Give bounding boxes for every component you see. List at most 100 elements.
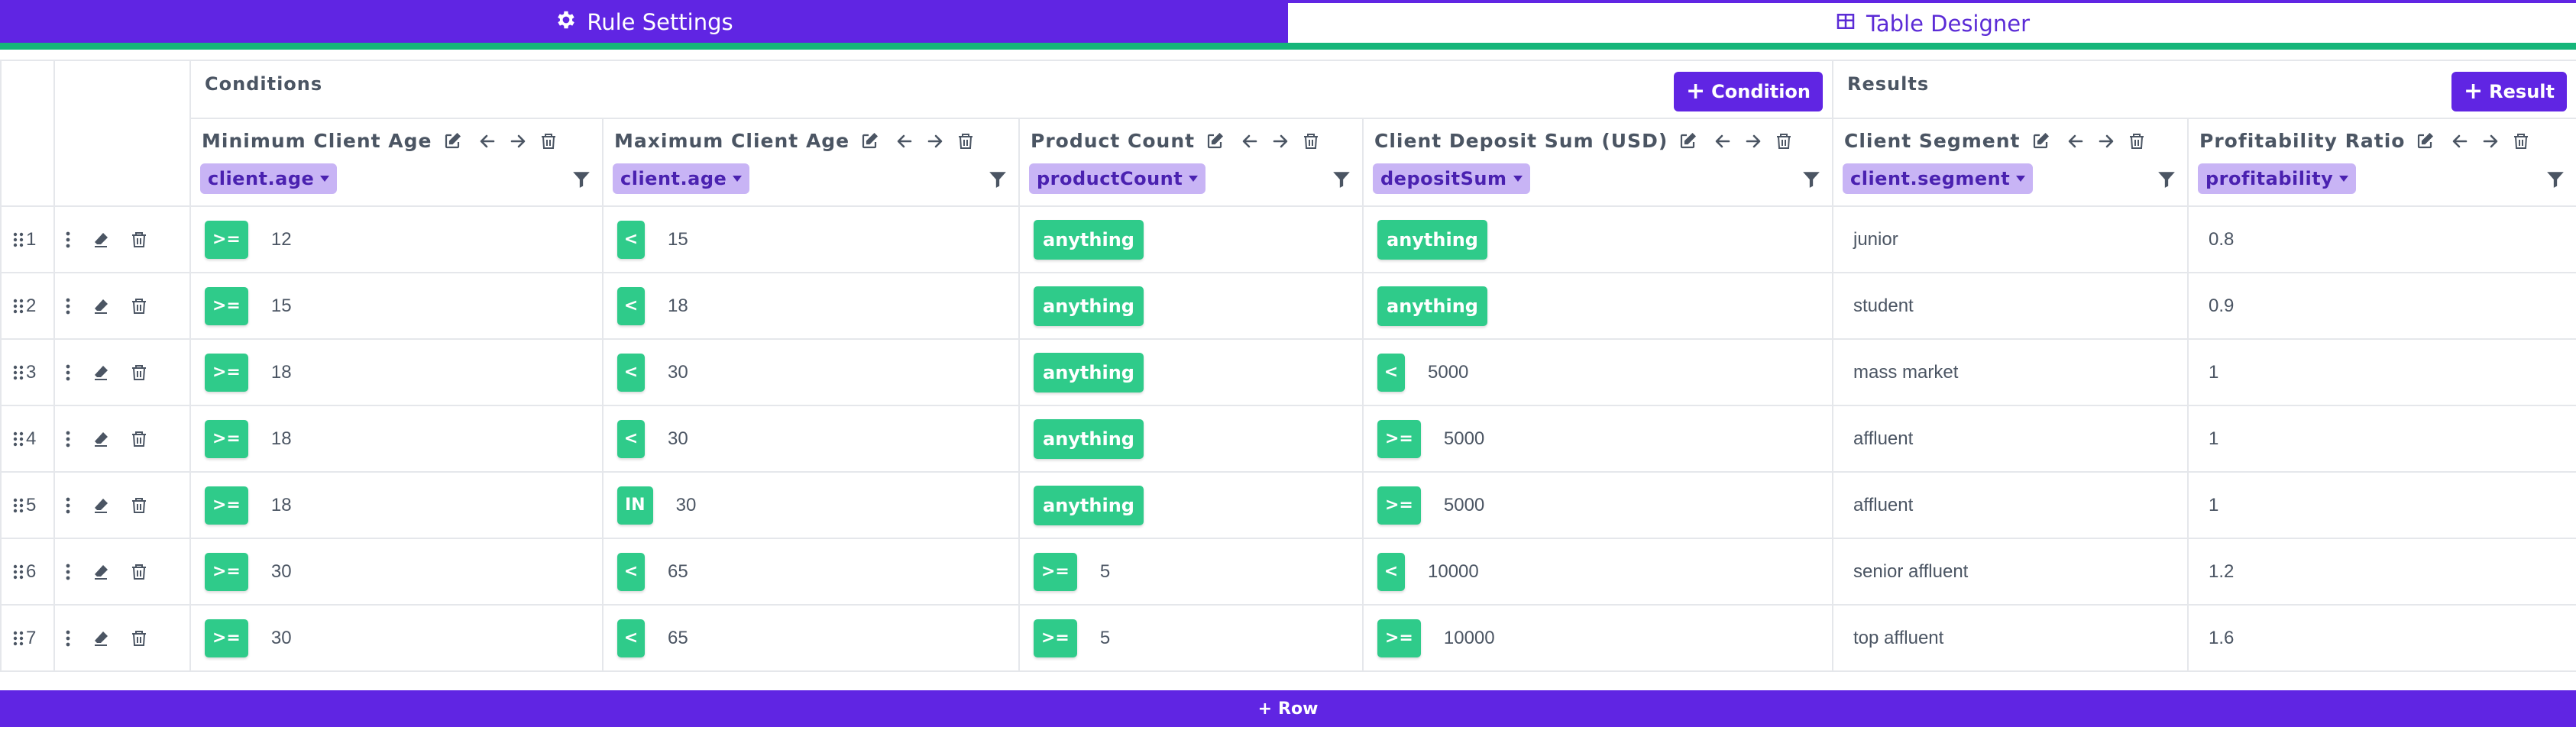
operator-badge[interactable]: < xyxy=(617,419,645,458)
eraser-icon[interactable] xyxy=(92,629,110,648)
operator-badge[interactable]: < xyxy=(617,619,645,657)
more-options-icon[interactable] xyxy=(64,297,72,315)
condition-cell[interactable]: < 30 xyxy=(602,338,1020,406)
operator-badge[interactable]: >= xyxy=(1377,419,1421,458)
eraser-icon[interactable] xyxy=(92,563,110,581)
operator-badge[interactable]: >= xyxy=(205,552,248,591)
result-cell[interactable]: 0.9 xyxy=(2187,272,2576,340)
result-cell[interactable]: junior xyxy=(1832,205,2189,273)
arrow-left-icon[interactable] xyxy=(478,132,497,150)
eraser-icon[interactable] xyxy=(92,297,110,315)
trash-icon[interactable] xyxy=(2128,132,2146,150)
trash-icon[interactable] xyxy=(956,132,975,150)
trash-icon[interactable] xyxy=(1775,132,1793,150)
field-dropdown[interactable]: depositSum xyxy=(1373,163,1530,194)
trash-icon[interactable] xyxy=(2512,132,2530,150)
eraser-icon[interactable] xyxy=(92,496,110,515)
operator-badge[interactable]: anything xyxy=(1034,485,1144,525)
arrow-left-icon[interactable] xyxy=(1714,132,1732,150)
trash-icon[interactable] xyxy=(130,231,148,249)
trash-icon[interactable] xyxy=(539,132,558,150)
arrow-right-icon[interactable] xyxy=(509,132,527,150)
result-cell[interactable]: 1 xyxy=(2187,338,2576,406)
trash-icon[interactable] xyxy=(1302,132,1320,150)
result-cell[interactable]: affluent xyxy=(1832,471,2189,539)
operator-badge[interactable]: < xyxy=(617,286,645,325)
tab-rule-settings[interactable]: Rule Settings xyxy=(0,0,1288,44)
condition-cell[interactable]: >= 30 xyxy=(189,538,604,606)
condition-cell[interactable]: anything xyxy=(1018,205,1364,273)
result-cell[interactable]: top affluent xyxy=(1832,604,2189,672)
trash-icon[interactable] xyxy=(130,363,148,382)
field-dropdown[interactable]: client.age xyxy=(200,163,338,194)
operator-badge[interactable]: anything xyxy=(1034,286,1144,326)
edit-icon[interactable] xyxy=(443,132,461,150)
trash-icon[interactable] xyxy=(130,297,148,315)
condition-cell[interactable]: < 65 xyxy=(602,538,1020,606)
condition-cell[interactable]: >= 5 xyxy=(1018,604,1364,672)
edit-icon[interactable] xyxy=(1205,132,1224,150)
result-cell[interactable]: student xyxy=(1832,272,2189,340)
trash-icon[interactable] xyxy=(130,496,148,515)
arrow-right-icon[interactable] xyxy=(2481,132,2500,150)
field-dropdown[interactable]: client.age xyxy=(613,163,750,194)
condition-cell[interactable]: >= 18 xyxy=(189,405,604,473)
filter-icon[interactable] xyxy=(571,170,591,189)
eraser-icon[interactable] xyxy=(92,430,110,448)
drag-handle-icon[interactable] xyxy=(12,364,24,381)
operator-badge[interactable]: < xyxy=(617,220,645,259)
condition-cell[interactable]: >= 30 xyxy=(189,604,604,672)
trash-icon[interactable] xyxy=(130,563,148,581)
operator-badge[interactable]: anything xyxy=(1034,219,1144,260)
operator-badge[interactable]: >= xyxy=(205,419,248,458)
arrow-left-icon[interactable] xyxy=(895,132,914,150)
operator-badge[interactable]: < xyxy=(1377,552,1405,591)
tab-table-designer[interactable]: Table Designer xyxy=(1288,0,2576,44)
add-row-button[interactable]: + Row xyxy=(0,690,2576,727)
field-dropdown[interactable]: profitability xyxy=(2198,163,2357,194)
drag-handle-icon[interactable] xyxy=(12,564,24,580)
condition-cell[interactable]: < 65 xyxy=(602,604,1020,672)
operator-badge[interactable]: >= xyxy=(205,220,248,259)
drag-handle-icon[interactable] xyxy=(12,298,24,315)
operator-badge[interactable]: >= xyxy=(1034,552,1077,591)
drag-handle-icon[interactable] xyxy=(12,431,24,447)
operator-badge[interactable]: >= xyxy=(205,286,248,325)
more-options-icon[interactable] xyxy=(64,563,72,581)
edit-icon[interactable] xyxy=(1678,132,1697,150)
condition-cell[interactable]: >= 5000 xyxy=(1362,405,1833,473)
condition-cell[interactable]: anything xyxy=(1362,205,1833,273)
operator-badge[interactable]: < xyxy=(617,353,645,392)
more-options-icon[interactable] xyxy=(64,496,72,515)
operator-badge[interactable]: < xyxy=(1377,353,1405,392)
result-cell[interactable]: 1.2 xyxy=(2187,538,2576,606)
operator-badge[interactable]: >= xyxy=(205,486,248,525)
operator-badge[interactable]: >= xyxy=(205,619,248,657)
result-cell[interactable]: 1 xyxy=(2187,405,2576,473)
filter-icon[interactable] xyxy=(2545,170,2565,189)
condition-cell[interactable]: >= 10000 xyxy=(1362,604,1833,672)
more-options-icon[interactable] xyxy=(64,430,72,448)
operator-badge[interactable]: >= xyxy=(205,353,248,392)
operator-badge[interactable]: anything xyxy=(1034,418,1144,459)
edit-icon[interactable] xyxy=(860,132,879,150)
operator-badge[interactable]: IN xyxy=(617,486,653,525)
more-options-icon[interactable] xyxy=(64,363,72,382)
filter-icon[interactable] xyxy=(988,170,1008,189)
eraser-icon[interactable] xyxy=(92,363,110,382)
add-condition-button[interactable]: + Condition xyxy=(1673,72,1823,111)
arrow-left-icon[interactable] xyxy=(1241,132,1259,150)
condition-cell[interactable]: < 10000 xyxy=(1362,538,1833,606)
condition-cell[interactable]: >= 5 xyxy=(1018,538,1364,606)
operator-badge[interactable]: anything xyxy=(1034,352,1144,392)
condition-cell[interactable]: IN 30 xyxy=(602,471,1020,539)
add-result-button[interactable]: + Result xyxy=(2451,72,2567,111)
drag-handle-icon[interactable] xyxy=(12,630,24,647)
result-cell[interactable]: 1 xyxy=(2187,471,2576,539)
arrow-right-icon[interactable] xyxy=(1744,132,1762,150)
condition-cell[interactable]: anything xyxy=(1018,471,1364,539)
condition-cell[interactable]: >= 18 xyxy=(189,338,604,406)
condition-cell[interactable]: >= 18 xyxy=(189,471,604,539)
condition-cell[interactable]: >= 5000 xyxy=(1362,471,1833,539)
condition-cell[interactable]: anything xyxy=(1018,405,1364,473)
